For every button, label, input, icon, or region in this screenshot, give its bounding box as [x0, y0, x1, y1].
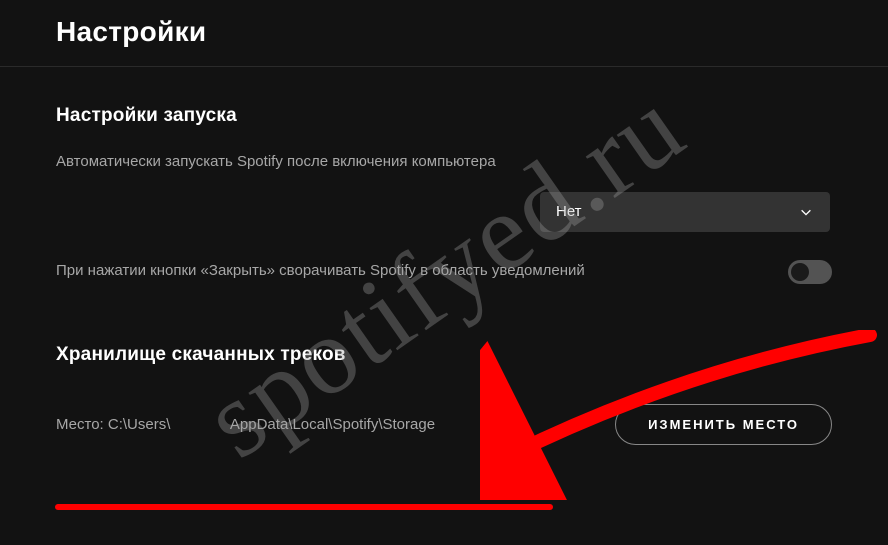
close-to-tray-toggle[interactable] [788, 260, 832, 284]
storage-path: Место: C:\Users\ AppData\Local\Spotify\S… [56, 416, 591, 433]
autostart-value: Нет [556, 203, 582, 220]
storage-path-suffix: AppData\Local\Spotify\Storage [230, 416, 435, 433]
close-to-tray-label: При нажатии кнопки «Закрыть» сворачивать… [56, 260, 585, 283]
storage-row: Место: C:\Users\ AppData\Local\Spotify\S… [56, 390, 832, 445]
storage-path-prefix: Место: C:\Users\ [56, 416, 170, 433]
page-title: Настройки [0, 0, 888, 66]
annotation-underline [55, 504, 553, 510]
section-heading-storage: Хранилище скачанных треков [56, 298, 832, 390]
change-location-button[interactable]: ИЗМЕНИТЬ МЕСТО [615, 404, 832, 445]
section-heading-startup: Настройки запуска [56, 67, 832, 151]
chevron-down-icon [798, 204, 814, 220]
toggle-knob [791, 263, 809, 281]
settings-content: Настройки запуска Автоматически запускат… [0, 67, 888, 445]
autostart-label: Автоматически запускать Spotify после вк… [56, 151, 832, 174]
autostart-select[interactable]: Нет [540, 192, 830, 232]
